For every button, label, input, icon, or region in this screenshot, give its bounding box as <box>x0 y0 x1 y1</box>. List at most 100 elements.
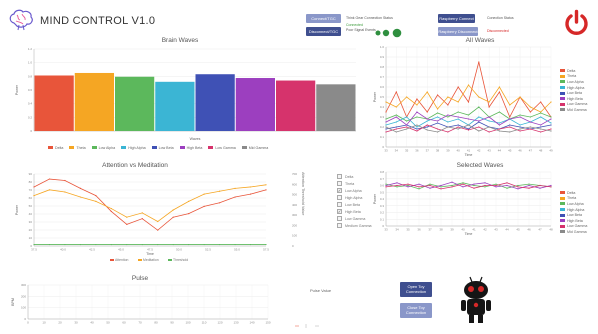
sw-x-tick: 48 <box>549 228 553 232</box>
checkbox-box[interactable]: ✓ <box>337 188 342 193</box>
am-y-tick: 60 <box>29 196 33 200</box>
power-icon[interactable] <box>563 9 590 36</box>
aw-y-tick: 0.3 <box>380 115 385 119</box>
sw-x-tick: 42 <box>483 228 487 232</box>
point-threshold <box>64 243 66 246</box>
bar-delta <box>34 75 74 131</box>
point-low-alpha <box>498 111 501 113</box>
point-low-gamma <box>406 126 408 128</box>
point-theta <box>488 101 490 103</box>
legend-swatch <box>241 146 247 150</box>
open-toy-connection-button[interactable]: Open Toy Connection <box>400 282 432 297</box>
point-high-alpha <box>488 120 490 122</box>
checkbox-box[interactable] <box>337 195 342 200</box>
point-low-gamma <box>407 183 409 185</box>
legend-item-mid-gamma[interactable]: Mid Gamma <box>560 107 596 113</box>
legend-item-high-alpha[interactable]: High Alpha <box>121 145 146 151</box>
point-high-beta <box>550 118 552 120</box>
signal-indicator-icon <box>374 25 404 38</box>
point-meditation <box>219 190 221 192</box>
point-low-gamma <box>418 186 420 188</box>
aw-x-tick: 44 <box>498 149 502 153</box>
checkbox-box[interactable] <box>337 202 342 207</box>
legend-item-theta[interactable]: Theta <box>69 145 86 151</box>
checkbox-label: Medium Gamma <box>345 223 372 228</box>
connect-tgc-button[interactable]: Connect/TGC <box>306 14 341 23</box>
point-mid-gamma <box>498 130 501 132</box>
point-attention <box>33 186 35 188</box>
point-high-beta <box>498 124 501 126</box>
point-delta <box>488 106 490 108</box>
pulse-x-tick: 80 <box>154 321 158 325</box>
bar-high-beta <box>235 78 275 131</box>
point-high-beta <box>418 183 420 185</box>
legend-item-delta[interactable]: Delta <box>48 145 63 151</box>
point-meditation <box>79 196 81 198</box>
am-y-tick: 40 <box>29 212 33 216</box>
raspberry-connect-button[interactable]: Raspberry Connect <box>438 14 475 23</box>
legend-item-mid-gamma[interactable]: Mid Gamma <box>560 229 596 235</box>
checkbox-box[interactable] <box>337 223 342 228</box>
point-low-alpha <box>451 184 453 187</box>
sw-y-tick: 0.1 <box>380 217 385 221</box>
point-theta <box>406 96 408 98</box>
bw-y-tick: 1.0 <box>28 61 33 65</box>
legend-swatch <box>560 230 565 234</box>
point-attention <box>219 202 221 204</box>
bw-x-label: Waves <box>190 137 201 141</box>
point-mid-gamma <box>488 126 490 128</box>
point-low-gamma <box>519 130 521 132</box>
am-x-tick: 40.0 <box>60 248 66 252</box>
legend-item-low-beta[interactable]: Low Beta <box>151 145 174 151</box>
am-y-label: Power <box>15 204 19 215</box>
app-title: MIND CONTROL V1.0 <box>40 15 156 27</box>
legend-item-low-gamma[interactable]: Low Gamma <box>208 145 236 151</box>
legend-swatch <box>179 146 185 150</box>
am-y-tick: 10 <box>29 236 33 240</box>
series-line-meditation <box>33 184 267 222</box>
legend-item-mid-gamma[interactable]: Mid Gamma <box>241 145 268 151</box>
close-toy-connection-button[interactable]: Close Toy Connection <box>400 303 432 318</box>
legend-swatch <box>110 259 114 261</box>
point-theta <box>426 91 428 93</box>
point-low-beta <box>540 126 542 128</box>
point-attention <box>110 210 112 213</box>
point-threshold <box>249 243 252 246</box>
legend-swatch <box>560 208 565 212</box>
point-theta <box>529 106 531 108</box>
point-mid-gamma <box>478 130 480 132</box>
pulse-y-label: BPM <box>11 298 15 306</box>
sw-y-tick: 0.5 <box>380 190 385 194</box>
point-theta <box>519 96 521 98</box>
point-high-alpha <box>447 121 449 123</box>
am-x-tick: 52.5 <box>205 248 211 252</box>
legend-swatch <box>560 224 565 228</box>
point-low-gamma <box>385 186 387 188</box>
legend-label: High Beta <box>186 145 203 150</box>
pulse-value-marks <box>293 316 325 328</box>
point-low-alpha <box>385 118 387 120</box>
aw-x-tick: 45 <box>508 149 512 153</box>
point-mid-gamma <box>509 131 511 133</box>
disconnect-tgc-button[interactable]: Disconnect/TGC <box>306 27 341 36</box>
point-low-gamma <box>451 186 453 188</box>
point-threshold <box>219 243 221 246</box>
checkbox-box[interactable] <box>337 216 342 221</box>
point-low-gamma <box>495 184 497 187</box>
checkbox-box[interactable] <box>337 181 342 186</box>
point-attention <box>172 216 174 218</box>
checkbox-box[interactable]: ✓ <box>337 209 342 214</box>
aw-x-tick: 42 <box>477 149 481 153</box>
point-low-alpha <box>406 120 408 122</box>
aw-y-tick: 0.4 <box>380 105 385 109</box>
checkbox-box[interactable] <box>337 174 342 179</box>
sw-x-label: Time <box>465 232 473 236</box>
sw-x-tick: 46 <box>527 228 531 232</box>
point-delta <box>385 111 387 113</box>
legend-item-low-alpha[interactable]: Low Alpha <box>91 145 115 151</box>
point-delta <box>457 86 459 88</box>
point-theta <box>498 86 501 88</box>
raspberry-disconnect-button[interactable]: Raspberry Disconnect <box>438 27 478 36</box>
aw-x-tick: 36 <box>415 149 419 153</box>
legend-item-high-beta[interactable]: High Beta <box>179 145 203 151</box>
